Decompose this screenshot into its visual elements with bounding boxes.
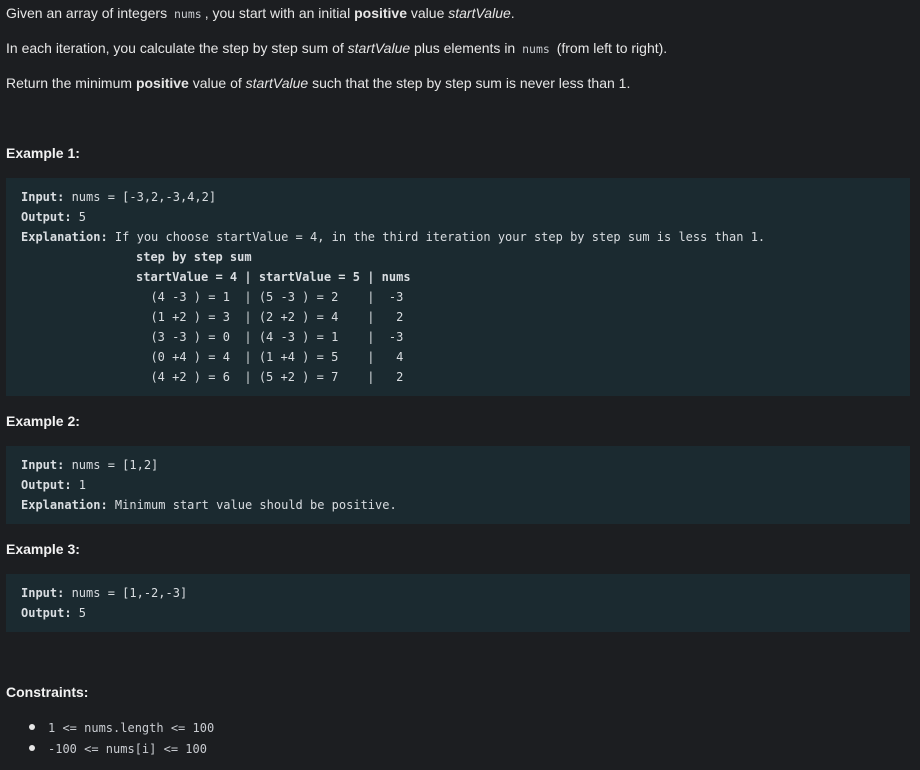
example-2-output: Output: 1: [21, 475, 86, 495]
constraint-text: -100 <= nums[i] <= 100: [48, 742, 207, 756]
explanation-label: Explanation:: [21, 498, 108, 512]
table-header-col-3: | nums: [367, 270, 411, 284]
table-row: (0 +4 ) = 4 | (1 +4 ) = 5 | 4: [136, 350, 404, 364]
example-3-output: Output: 5: [21, 603, 86, 623]
example-2-input: Input: nums = [1,2]: [21, 455, 158, 475]
input-value: nums = [1,2]: [64, 458, 159, 472]
text: plus elements in: [410, 40, 520, 56]
table-row: (4 -3 ) = 1 | (5 -3 ) = 2 | -3: [136, 290, 404, 304]
description-paragraph-2: In each iteration, you calculate the ste…: [6, 38, 667, 59]
output-label: Output:: [21, 478, 72, 492]
table-row: (1 +2 ) = 3 | (2 +2 ) = 4 | 2: [136, 310, 404, 324]
list-item: 1 <= nums.length <= 100: [29, 717, 214, 737]
text: Return the minimum: [6, 75, 136, 91]
input-value: nums = [-3,2,-3,4,2]: [64, 190, 217, 204]
example-3-title: Example 3:: [6, 541, 80, 557]
table-header-col-2: | startValue = 5: [244, 270, 368, 284]
constraint-text: 1 <= nums.length <= 100: [48, 721, 215, 735]
italic-text: startValue: [245, 75, 309, 91]
bold-text: positive: [354, 5, 407, 21]
explanation-value: Minimum start value should be positive.: [107, 498, 397, 512]
text: Given an array of integers: [6, 5, 171, 21]
constraints-title: Constraints:: [6, 684, 89, 700]
bullet-icon: [29, 745, 35, 752]
output-label: Output:: [21, 210, 72, 224]
list-item: -100 <= nums[i] <= 100: [29, 738, 207, 758]
inline-code-nums: nums: [522, 42, 550, 56]
text: such that the step by step sum is never …: [308, 75, 631, 91]
input-value: nums = [1,-2,-3]: [64, 586, 188, 600]
example-1-output: Output: 5: [21, 207, 86, 227]
table-row: (4 +2 ) = 6 | (5 +2 ) = 7 | 2: [136, 370, 404, 384]
input-label: Input:: [21, 586, 65, 600]
example-1-code-block: Input: nums = [-3,2,-3,4,2] Output: 5 Ex…: [6, 178, 910, 396]
inline-code-nums: nums: [173, 7, 202, 21]
output-label: Output:: [21, 606, 72, 620]
bold-text: positive: [135, 75, 189, 91]
example-3-input: Input: nums = [1,-2,-3]: [21, 583, 187, 603]
output-value: 1: [71, 478, 87, 492]
italic-text: startValue: [448, 5, 511, 21]
table-header-col-1: startValue = 4: [136, 270, 245, 284]
example-1-explanation: Explanation: If you choose startValue = …: [21, 227, 765, 247]
text: .: [510, 5, 515, 21]
example-1-table-header: startValue = 4 | startValue = 5 | nums: [136, 267, 411, 287]
example-1-input: Input: nums = [-3,2,-3,4,2]: [21, 187, 216, 207]
table-row: (3 -3 ) = 0 | (4 -3 ) = 1 | -3: [136, 330, 404, 344]
text: value of: [188, 75, 246, 91]
input-label: Input:: [21, 458, 65, 472]
explanation-value: If you choose startValue = 4, in the thi…: [107, 230, 766, 244]
text: value: [407, 5, 449, 21]
output-value: 5: [71, 606, 87, 620]
example-1-table-title: step by step sum: [136, 250, 252, 264]
description-paragraph-1: Given an array of integers nums, you sta…: [6, 3, 515, 24]
example-3-code-block: Input: nums = [1,-2,-3] Output: 5: [6, 574, 910, 632]
output-value: 5: [71, 210, 87, 224]
text: , you start with an initial: [204, 5, 355, 21]
bullet-icon: [29, 724, 35, 731]
explanation-label: Explanation:: [21, 230, 108, 244]
description-paragraph-3: Return the minimum positive value of sta…: [6, 73, 630, 93]
input-label: Input:: [21, 190, 65, 204]
text: (from left to right).: [552, 40, 668, 56]
text: In each iteration, you calculate the ste…: [6, 40, 348, 56]
example-1-title: Example 1:: [6, 145, 80, 161]
example-2-explanation: Explanation: Minimum start value should …: [21, 495, 397, 515]
example-2-code-block: Input: nums = [1,2] Output: 1 Explanatio…: [6, 446, 910, 524]
example-2-title: Example 2:: [6, 413, 80, 429]
italic-text: startValue: [347, 40, 411, 56]
